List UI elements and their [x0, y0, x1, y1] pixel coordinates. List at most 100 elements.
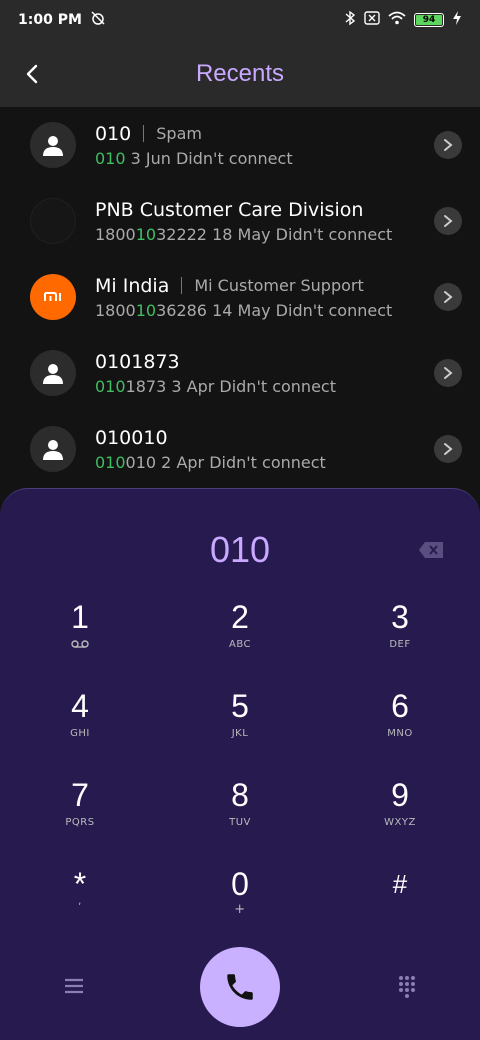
- key-letters: +: [234, 902, 246, 917]
- mi-logo-icon: [44, 292, 61, 301]
- person-icon: [43, 136, 63, 156]
- menu-button[interactable]: [60, 974, 88, 998]
- number-suffix: 32222: [156, 224, 207, 244]
- details-button[interactable]: [434, 207, 462, 235]
- key-letters: JKL: [231, 728, 249, 739]
- number-suffix: 1873: [125, 376, 167, 396]
- back-arrow-icon: [26, 64, 38, 84]
- charging-icon: [452, 11, 462, 29]
- contact-name: 0101873: [95, 350, 180, 373]
- recents-list: 010 Spam 010 3 Jun Didn't connect PNB Cus…: [0, 107, 480, 487]
- backspace-icon: [419, 542, 443, 558]
- battery-icon: 94: [414, 13, 444, 27]
- recent-call-row[interactable]: 010 Spam 010 3 Jun Didn't connect: [0, 107, 480, 183]
- contact-name: 010: [95, 122, 132, 145]
- contact-avatar: [30, 350, 76, 396]
- recent-call-row[interactable]: Mi India Mi Customer Support 18001036286 …: [0, 259, 480, 335]
- status-time: 1:00 PM: [18, 12, 82, 28]
- key-letters: ABC: [228, 639, 251, 650]
- key-letters: WXYZ: [384, 817, 416, 828]
- call-button[interactable]: [200, 947, 280, 1027]
- contact-label: Spam: [156, 124, 202, 143]
- key-digit: 6: [391, 688, 409, 724]
- details-button[interactable]: [434, 283, 462, 311]
- number-suffix: 010: [125, 452, 157, 472]
- call-detail: 14 May Didn't connect: [206, 300, 393, 320]
- number-match: 010: [95, 452, 126, 472]
- number-match: 010: [95, 148, 126, 168]
- contact-avatar: [30, 198, 76, 244]
- label-divider: [143, 125, 145, 142]
- number-prefix: 1800: [95, 300, 136, 320]
- contact-avatar: [30, 122, 76, 168]
- key-9[interactable]: 9 WXYZ: [340, 775, 460, 855]
- key-1[interactable]: 1: [20, 597, 140, 677]
- chevron-right-icon: [444, 215, 453, 227]
- page-title: Recents: [195, 59, 285, 87]
- details-button[interactable]: [434, 131, 462, 159]
- dialer-panel: 010 1 2 ABC 3 DEF 4 GHI 5 JKL 6 MNO 7 PQ…: [0, 488, 480, 1040]
- key-digit: 3: [391, 599, 409, 635]
- key-letters: TUV: [229, 817, 251, 828]
- call-detail: 18 May Didn't connect: [206, 224, 393, 244]
- bluetooth-icon: [344, 10, 356, 30]
- number-match: 10: [135, 300, 157, 320]
- key-0[interactable]: 0 +: [180, 864, 300, 944]
- contact-avatar: [30, 426, 76, 472]
- key-digit: 2: [231, 599, 249, 635]
- chevron-right-icon: [444, 443, 453, 455]
- number-prefix: 1800: [95, 224, 136, 244]
- recent-call-row[interactable]: 0101873 0101873 3 Apr Didn't connect: [0, 335, 480, 411]
- dialed-number[interactable]: 010: [0, 529, 480, 571]
- chevron-right-icon: [444, 139, 453, 151]
- back-button[interactable]: [12, 54, 52, 94]
- backspace-button[interactable]: [418, 541, 444, 559]
- key-5[interactable]: 5 JKL: [180, 686, 300, 766]
- alarm-off-icon: [90, 10, 106, 30]
- dialpad-toggle-button[interactable]: [395, 974, 419, 998]
- key-3[interactable]: 3 DEF: [340, 597, 460, 677]
- mi-logo-avatar: [30, 274, 76, 320]
- key-2[interactable]: 2 ABC: [180, 597, 300, 677]
- key-digit: 0: [231, 866, 249, 902]
- key-star[interactable]: * ,: [20, 864, 140, 944]
- key-digit: 9: [391, 777, 409, 813]
- key-digit: 5: [231, 688, 249, 724]
- menu-icon: [65, 978, 83, 994]
- key-7[interactable]: 7 PQRS: [20, 775, 140, 855]
- details-button[interactable]: [434, 435, 462, 463]
- key-letters: PQRS: [65, 817, 95, 828]
- contact-name: 010010: [95, 426, 168, 449]
- key-hash[interactable]: #: [340, 864, 460, 944]
- battery-level: 94: [416, 15, 442, 25]
- label-divider: [181, 277, 183, 294]
- number-match: 010: [95, 376, 126, 396]
- key-8[interactable]: 8 TUV: [180, 775, 300, 855]
- key-4[interactable]: 4 GHI: [20, 686, 140, 766]
- chevron-right-icon: [444, 367, 453, 379]
- number-match: 10: [135, 224, 157, 244]
- key-digit: 7: [71, 777, 89, 813]
- chevron-right-icon: [444, 291, 453, 303]
- key-digit: 8: [231, 777, 249, 813]
- person-icon: [43, 440, 63, 460]
- recent-call-row[interactable]: PNB Customer Care Division 18001032222 1…: [0, 183, 480, 259]
- wifi-icon: [388, 11, 406, 29]
- recent-call-row[interactable]: 010010 010010 2 Apr Didn't connect: [0, 411, 480, 487]
- call-detail: 2 Apr Didn't connect: [156, 452, 326, 472]
- status-bar: 1:00 PM 94: [0, 0, 480, 40]
- call-detail: 3 Jun Didn't connect: [125, 148, 293, 168]
- voicemail-icon: [71, 640, 89, 648]
- key-letters: ,: [78, 896, 82, 907]
- details-button[interactable]: [434, 359, 462, 387]
- no-sim-icon: [364, 11, 380, 29]
- app-header: Recents: [0, 40, 480, 107]
- contact-name: Mi India: [95, 274, 170, 297]
- key-digit: 4: [71, 688, 89, 724]
- contact-name: PNB Customer Care Division: [95, 198, 364, 221]
- phone-icon: [227, 974, 253, 1000]
- contact-label: Mi Customer Support: [194, 276, 364, 295]
- key-letters: MNO: [387, 728, 413, 739]
- key-letters: DEF: [389, 639, 411, 650]
- key-6[interactable]: 6 MNO: [340, 686, 460, 766]
